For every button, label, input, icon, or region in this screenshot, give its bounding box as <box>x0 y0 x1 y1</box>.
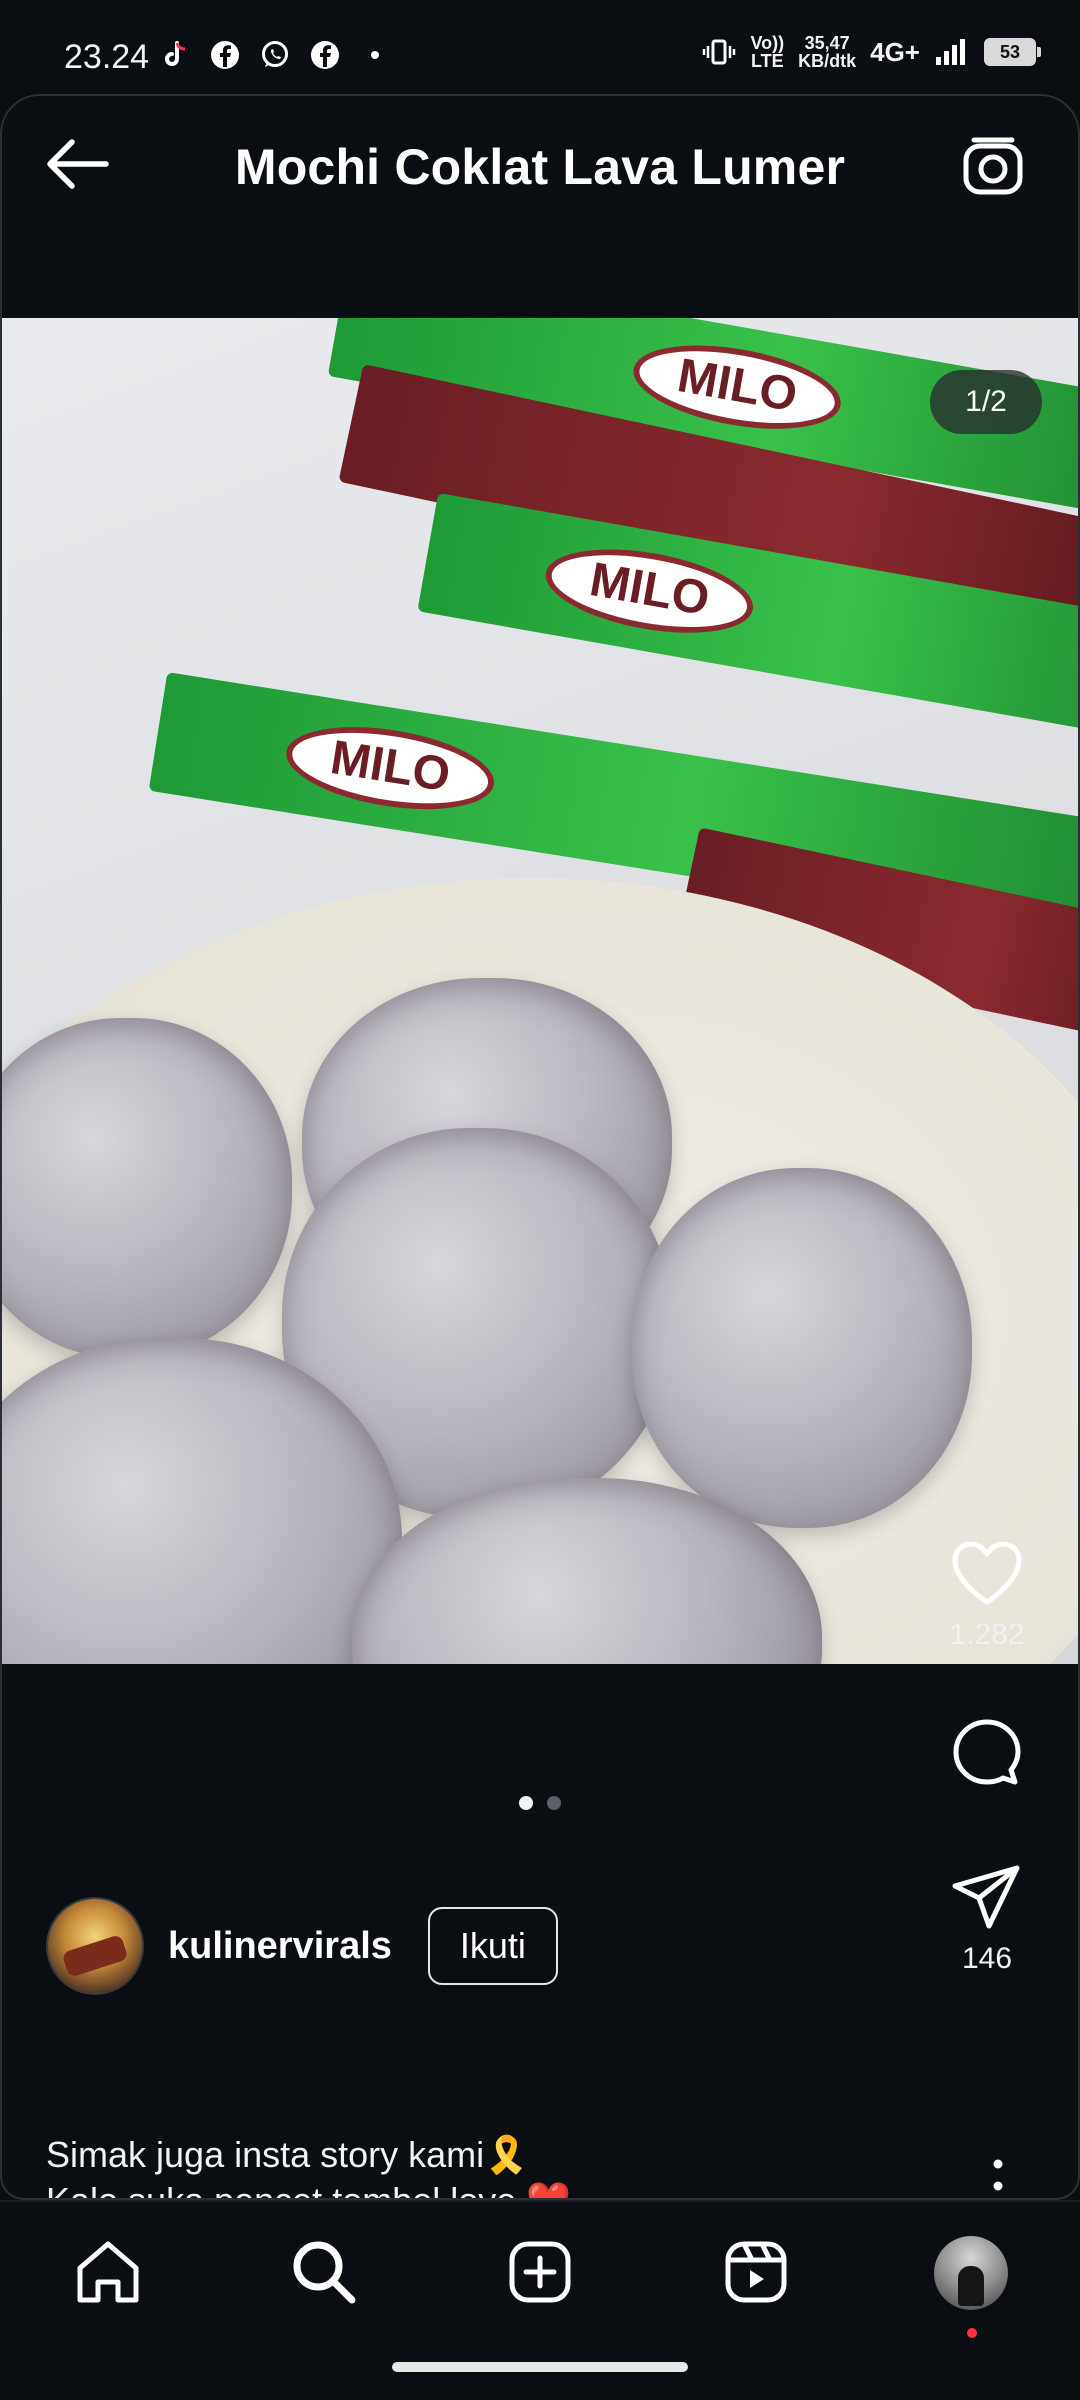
nav-home[interactable] <box>72 2236 152 2316</box>
author-name[interactable]: kulinervirals <box>168 1925 392 1968</box>
net-speed-unit: KB/dtk <box>798 51 857 71</box>
header: Mochi Coklat Lava Lumer <box>2 96 1078 220</box>
camera-icon[interactable] <box>960 134 1026 200</box>
page-title: Mochi Coklat Lava Lumer <box>234 139 846 195</box>
follow-button[interactable]: Ikuti <box>427 1907 558 1985</box>
nav-profile[interactable] <box>934 2236 1014 2338</box>
nav-search[interactable] <box>288 2236 368 2316</box>
author-row: kulinervirals Ikuti <box>46 1896 558 1996</box>
reels-icon <box>725 2241 787 2303</box>
whatsapp-icon <box>262 41 288 67</box>
comment-icon[interactable] <box>949 1714 1025 1790</box>
profile-avatar <box>934 2236 1008 2310</box>
volte-line2: LTE <box>750 51 784 71</box>
caption-line: Kalo suka pencet tombol love ❤️ ... <box>46 2178 906 2198</box>
status-right: Vo)) LTE 35,47 KB/dtk 4G+ 53 <box>702 34 1041 70</box>
more-options-icon[interactable] <box>988 2156 1008 2200</box>
vibrate-icon <box>703 39 736 65</box>
share-action: 146 <box>932 1860 1042 1976</box>
search-icon <box>293 2241 356 2304</box>
author-avatar[interactable] <box>46 1897 144 1995</box>
net-speed: 35,47 KB/dtk <box>798 34 856 70</box>
status-time: 23.24 <box>64 38 150 76</box>
like-count[interactable]: 1.282 <box>949 1618 1024 1652</box>
notification-icons <box>160 40 390 70</box>
caption-line: Simak juga insta story kami🎗️ <box>46 2134 529 2175</box>
facebook-icon <box>211 41 239 69</box>
mochi <box>632 1168 972 1528</box>
send-icon[interactable] <box>949 1860 1025 1936</box>
volte-line1: Vo)) <box>750 33 785 53</box>
tiktok-icon <box>165 41 186 66</box>
mochi <box>2 1018 292 1358</box>
milo-logo: MILO <box>539 535 760 647</box>
post-image[interactable]: MILO MILO MILO 1/2 <box>2 318 1078 1664</box>
slide-counter: 1/2 <box>930 370 1042 434</box>
create-icon <box>509 2241 571 2303</box>
milo-logo: MILO <box>627 331 848 443</box>
carousel-dot-active <box>519 1796 533 1810</box>
battery-indicator: 53 <box>984 38 1041 66</box>
milo-logo: MILO <box>280 714 500 823</box>
home-indicator[interactable] <box>392 2362 688 2372</box>
dot-icon <box>371 51 379 59</box>
heart-icon[interactable] <box>949 1536 1025 1612</box>
home-icon <box>77 2241 139 2303</box>
notification-dot <box>967 2328 977 2338</box>
nav-reels[interactable] <box>720 2236 800 2316</box>
signal-icon <box>936 39 965 65</box>
carousel-indicator <box>2 1796 1078 1810</box>
post-viewer: Mochi Coklat Lava Lumer MILO MILO MILO 1… <box>0 94 1080 2200</box>
carousel-dot <box>547 1796 561 1810</box>
net-speed-value: 35,47 <box>804 33 850 53</box>
like-action: 1.282 <box>932 1536 1042 1652</box>
network-type: 4G+ <box>870 36 920 67</box>
facebook-icon <box>311 41 339 69</box>
volte-indicator: Vo)) LTE <box>750 34 784 70</box>
nav-create[interactable] <box>504 2236 584 2316</box>
share-count: 146 <box>961 1942 1013 1975</box>
comment-action <box>932 1714 1042 1790</box>
post-caption[interactable]: Simak juga insta story kami🎗️ Kalo suka … <box>46 2132 906 2198</box>
status-bar: 23.24 Vo)) LTE 35,47 KB/dtk 4G+ 53 <box>0 0 1080 94</box>
